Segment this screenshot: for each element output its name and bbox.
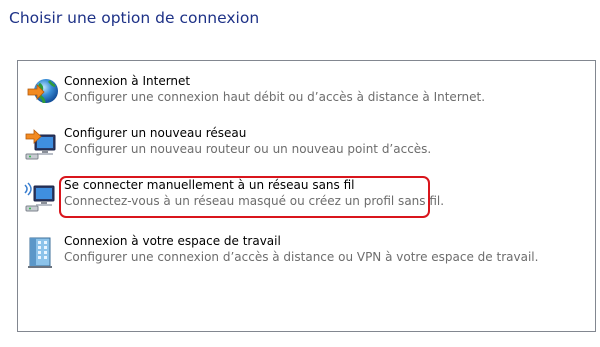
option-title: Connexion à Internet — [64, 74, 191, 88]
option-new-network[interactable]: Configurer un nouveau réseau Configurer … — [18, 126, 578, 166]
option-internet-connection[interactable]: Connexion à Internet Configurer une conn… — [18, 74, 578, 114]
wireless-network-icon — [22, 179, 62, 215]
workplace-building-icon — [22, 235, 62, 271]
option-description: Configurer un nouveau routeur ou un nouv… — [64, 142, 432, 156]
connection-options-list: Connexion à Internet Configurer une conn… — [17, 60, 596, 332]
option-title: Se connecter manuellement à un réseau sa… — [64, 178, 355, 192]
option-manual-wireless[interactable]: Se connecter manuellement à un réseau sa… — [18, 178, 578, 218]
globe-network-icon — [22, 75, 62, 111]
new-network-icon — [22, 127, 62, 163]
option-title: Configurer un nouveau réseau — [64, 126, 247, 140]
option-description: Configurer une connexion d’accès à dista… — [64, 250, 539, 264]
page-title: Choisir une option de connexion — [9, 9, 260, 27]
option-description: Connectez-vous à un réseau masqué ou cré… — [64, 194, 445, 208]
option-description: Configurer une connexion haut débit ou d… — [64, 90, 486, 104]
option-workplace-connection[interactable]: Connexion à votre espace de travail Conf… — [18, 234, 578, 274]
option-title: Connexion à votre espace de travail — [64, 234, 281, 248]
